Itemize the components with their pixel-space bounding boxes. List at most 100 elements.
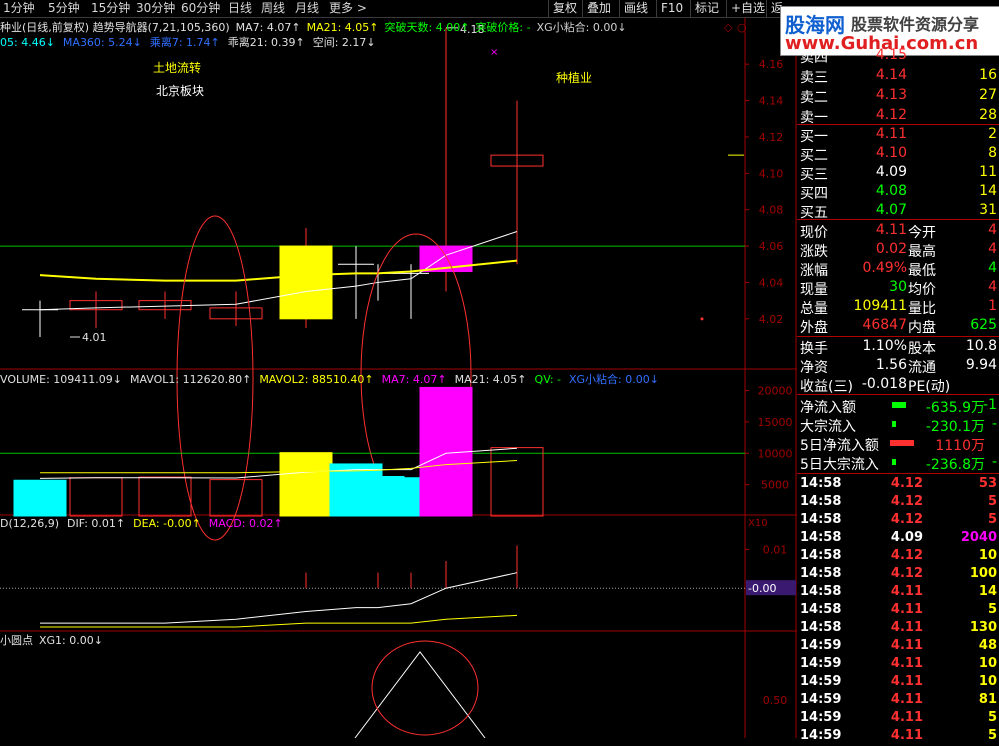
buy-row-3[interactable]: 买四 4.08 14 xyxy=(798,182,999,202)
tick-price: 4.11 xyxy=(890,638,923,653)
kline-axis-tick-1: 4.14 xyxy=(759,95,784,108)
stat2-label-right: 流通 xyxy=(908,360,936,376)
flow-row-0[interactable]: 净流入额 -635.9万 -1 xyxy=(798,396,999,416)
period-tab-0[interactable]: 1分钟 xyxy=(3,0,35,17)
flow-extra: - xyxy=(991,454,997,470)
stat-value-left: 46847 xyxy=(862,317,907,333)
buy-volume: 14 xyxy=(979,183,997,199)
tick-row-6[interactable]: 14:58 4.11 14 xyxy=(798,583,999,602)
stat-row-4[interactable]: 总量 109411 量比 1 xyxy=(798,297,999,317)
sell-row-0[interactable]: 卖四 4.15 xyxy=(798,46,999,66)
tick-price: 4.11 xyxy=(890,656,923,671)
tick-time: 14:58 xyxy=(800,476,842,491)
buy-row-1[interactable]: 买二 4.10 8 xyxy=(798,144,999,164)
tick-row-0[interactable]: 14:58 4.12 53 xyxy=(798,475,999,494)
flow-row-1[interactable]: 大宗流入 -230.1万 - xyxy=(798,415,999,435)
stat-row-1[interactable]: 涨跌 0.02 最高 4 xyxy=(798,240,999,260)
stat2-row-2[interactable]: 收益(三) -0.018 PE(动) xyxy=(798,375,999,395)
tick-row-2[interactable]: 14:58 4.12 5 xyxy=(798,511,999,530)
period-tab-7[interactable]: 月线 xyxy=(295,0,319,17)
kline-axis-tick-4: 4.08 xyxy=(759,204,784,217)
tick-row-12[interactable]: 14:59 4.11 81 xyxy=(798,691,999,710)
tick-volume: 81 xyxy=(978,692,997,707)
period-tab-6[interactable]: 周线 xyxy=(261,0,285,17)
tick-row-4[interactable]: 14:58 4.12 10 xyxy=(798,547,999,566)
toolbar-button-4[interactable]: 标记 xyxy=(690,0,723,17)
candle-body-4 xyxy=(279,245,333,320)
stat-row-0[interactable]: 现价 4.11 今开 4 xyxy=(798,221,999,241)
kline-info1-0: 种业(日线,前复权) 趋势导航器(7,21,105,360) xyxy=(0,20,230,34)
tick-volume: 5 xyxy=(987,728,997,743)
sell-label: 卖二 xyxy=(800,90,828,106)
stat-row-2[interactable]: 涨幅 0.49% 最低 4 xyxy=(798,259,999,279)
tick-row-3[interactable]: 14:58 4.09 2040 xyxy=(798,529,999,548)
buy-row-4[interactable]: 买五 4.07 31 xyxy=(798,201,999,221)
volume-info-5: QV: - xyxy=(535,373,561,386)
tick-time: 14:58 xyxy=(800,512,842,527)
flow-row-3[interactable]: 5日大宗流入 -236.8万 - xyxy=(798,453,999,473)
tick-row-1[interactable]: 14:58 4.12 5 xyxy=(798,493,999,512)
toolbar-button-0[interactable]: 复权 xyxy=(548,0,581,17)
buy-price: 4.08 xyxy=(875,183,907,199)
tick-price: 4.12 xyxy=(890,548,923,563)
buy-label: 买二 xyxy=(800,148,828,164)
period-tab-4[interactable]: 60分钟 xyxy=(181,0,220,17)
tick-row-9[interactable]: 14:59 4.11 48 xyxy=(798,637,999,656)
period-tab-5[interactable]: 日线 xyxy=(228,0,252,17)
tick-row-13[interactable]: 14:59 4.11 5 xyxy=(798,709,999,728)
toolbar-button-2[interactable]: 画线 xyxy=(619,0,652,17)
stat2-row-1[interactable]: 净资 1.56 流通 9.94 xyxy=(798,356,999,376)
ticks-separator xyxy=(797,473,999,474)
sell-volume: 27 xyxy=(979,87,997,103)
tick-price: 4.11 xyxy=(890,728,923,743)
tick-time: 14:59 xyxy=(800,692,842,707)
tick-price: 4.11 xyxy=(890,602,923,617)
volume-axis-tick-3: 5000 xyxy=(761,479,789,492)
period-tab-3[interactable]: 30分钟 xyxy=(136,0,175,17)
kline-chart-area[interactable]: 4.164.144.124.104.084.064.044.024.184.01… xyxy=(0,18,797,738)
stat-label-left: 总量 xyxy=(800,301,828,317)
stat-value-left: 4.11 xyxy=(875,222,907,238)
period-tab-2[interactable]: 15分钟 xyxy=(91,0,130,17)
tick-row-10[interactable]: 14:59 4.11 10 xyxy=(798,655,999,674)
xg-info-1: XG1: 0.00↓ xyxy=(39,634,103,647)
tick-time: 14:58 xyxy=(800,602,842,617)
flow-row-2[interactable]: 5日净流入额 1110万 xyxy=(798,434,999,454)
tick-time: 14:58 xyxy=(800,566,842,581)
tick-row-8[interactable]: 14:58 4.11 130 xyxy=(798,619,999,638)
kline-info1-2: MA21: 4.05↑ xyxy=(307,21,379,34)
tick-row-11[interactable]: 14:59 4.11 10 xyxy=(798,673,999,692)
buy-row-0[interactable]: 买一 4.11 2 xyxy=(798,125,999,145)
toolbar-button-5[interactable]: +自选 xyxy=(726,0,769,17)
tick-price: 4.11 xyxy=(890,710,923,725)
volume-info-4: MA21: 4.05↑ xyxy=(455,373,527,386)
stat-row-5[interactable]: 外盘 46847 内盘 625 xyxy=(798,316,999,336)
kline-info2-2: 乘离7: 1.74↑ xyxy=(150,35,220,49)
stat-label-right: 量比 xyxy=(908,301,936,317)
flow-bar xyxy=(890,440,914,446)
toolbar-button-1[interactable]: 叠加 xyxy=(582,0,615,17)
stat-row-3[interactable]: 现量 30 均价 4 xyxy=(798,278,999,298)
tick-price: 4.11 xyxy=(890,674,923,689)
tick-row-7[interactable]: 14:58 4.11 5 xyxy=(798,601,999,620)
kline-info1-5: XG小粘合: 0.00↓ xyxy=(537,20,627,34)
sell-row-3[interactable]: 卖一 4.12 28 xyxy=(798,106,999,126)
macd-info-3: MACD: 0.02↑ xyxy=(209,517,283,530)
period-tab-1[interactable]: 5分钟 xyxy=(48,0,80,17)
stat-value-left: 0.49% xyxy=(862,260,907,276)
tick-volume: 14 xyxy=(978,584,997,599)
toolbar-button-3[interactable]: F10 xyxy=(656,0,687,17)
sell-row-1[interactable]: 卖三 4.14 16 xyxy=(798,66,999,86)
tick-time: 14:59 xyxy=(800,638,842,653)
tick-row-5[interactable]: 14:58 4.12 100 xyxy=(798,565,999,584)
dot-marker xyxy=(700,317,704,321)
xg-axis-tick: 0.50 xyxy=(763,694,788,707)
stat-label-left: 涨跌 xyxy=(800,244,828,260)
stat2-row-0[interactable]: 换手 1.10% 股本 10.8 xyxy=(798,337,999,357)
tick-row-14[interactable]: 14:59 4.11 5 xyxy=(798,727,999,746)
dea-line xyxy=(40,614,518,628)
period-tab-8[interactable]: 更多 > xyxy=(329,0,367,17)
buy-row-2[interactable]: 买三 4.09 11 xyxy=(798,163,999,183)
sell-row-2[interactable]: 卖二 4.13 27 xyxy=(798,86,999,106)
stat2-value-right: 10.8 xyxy=(965,338,997,354)
